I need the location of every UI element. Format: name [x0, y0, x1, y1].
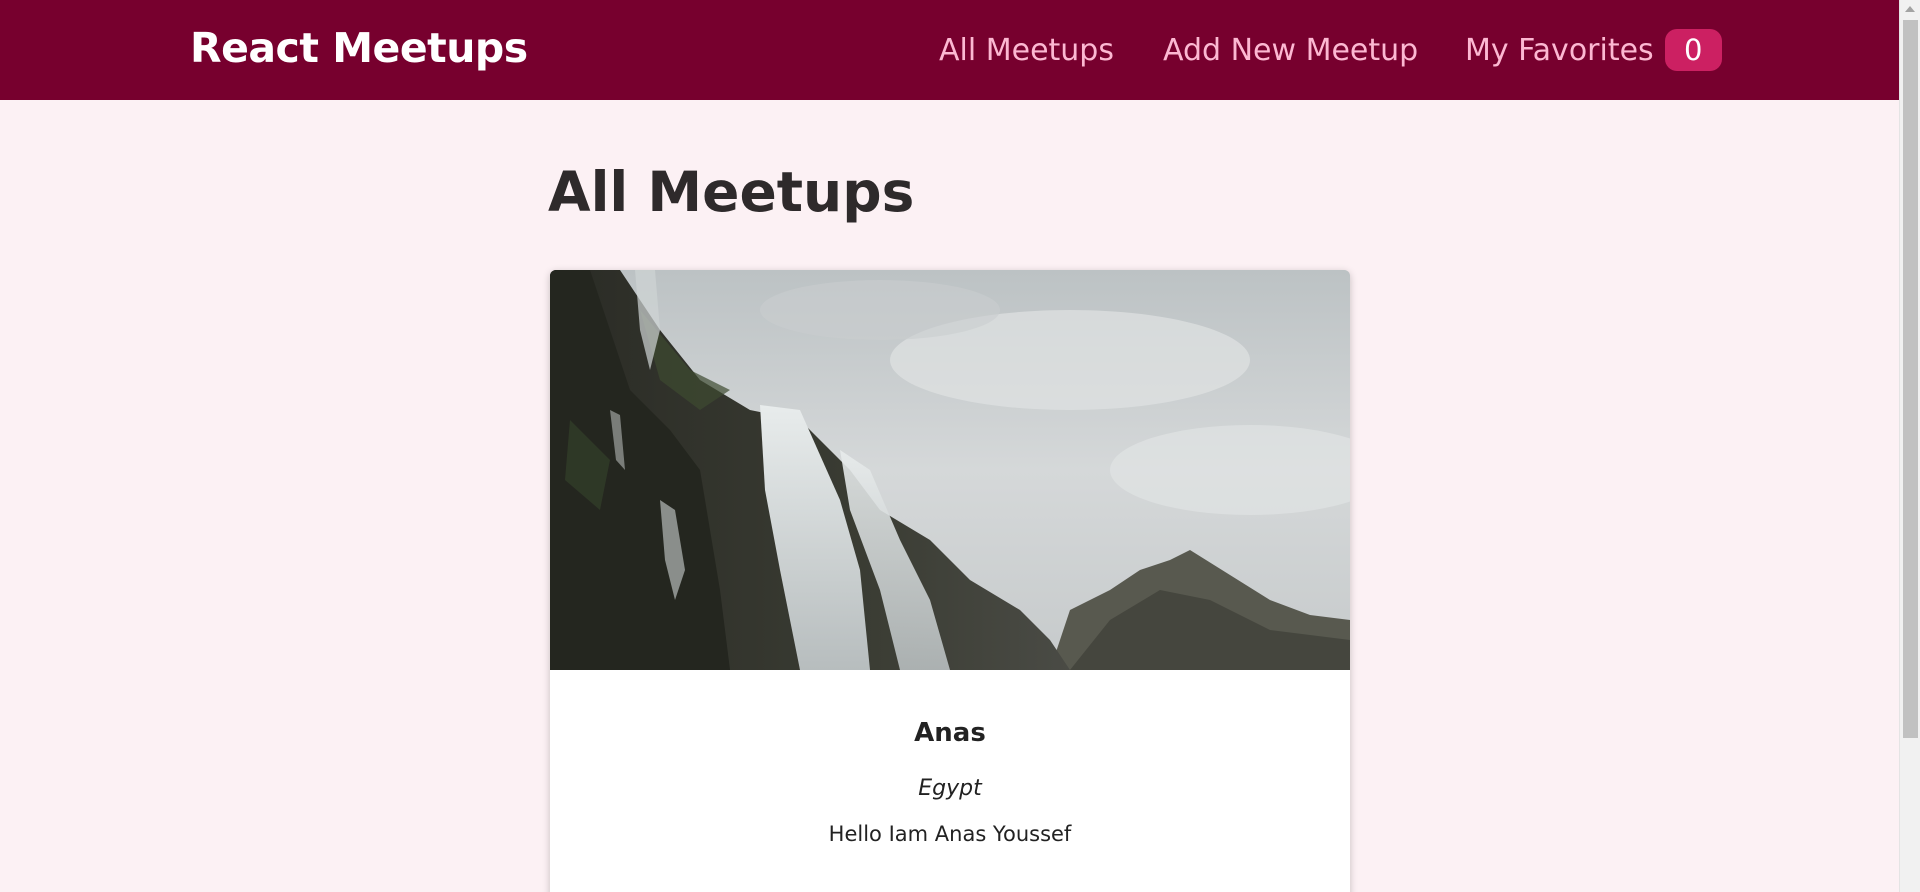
meetup-address: Egypt: [918, 776, 982, 801]
main-header: React Meetups All Meetups Add New Meetup…: [0, 0, 1899, 100]
scrollbar-thumb[interactable]: [1903, 20, 1918, 738]
meetup-description: Hello Iam Anas Youssef: [828, 822, 1072, 846]
waterfall-landscape-image: [550, 270, 1350, 670]
nav-link-my-favorites[interactable]: My Favorites 0: [1465, 0, 1722, 100]
scroll-up-arrow-icon[interactable]: [1905, 6, 1915, 12]
nav-link-add-new-meetup[interactable]: Add New Meetup: [1163, 0, 1418, 100]
page-title: All Meetups: [548, 160, 915, 224]
meetup-title: Anas: [914, 718, 986, 748]
nav-link-my-favorites-label: My Favorites: [1465, 32, 1654, 68]
meetup-image: [550, 270, 1350, 670]
meetup-card: Anas Egypt Hello Iam Anas Youssef: [550, 270, 1350, 892]
app-logo: React Meetups: [190, 24, 528, 72]
favorites-count-badge: 0: [1664, 29, 1722, 71]
nav-link-all-meetups[interactable]: All Meetups: [939, 0, 1114, 100]
vertical-scrollbar[interactable]: [1899, 0, 1920, 892]
app-root: React Meetups All Meetups Add New Meetup…: [0, 0, 1920, 892]
